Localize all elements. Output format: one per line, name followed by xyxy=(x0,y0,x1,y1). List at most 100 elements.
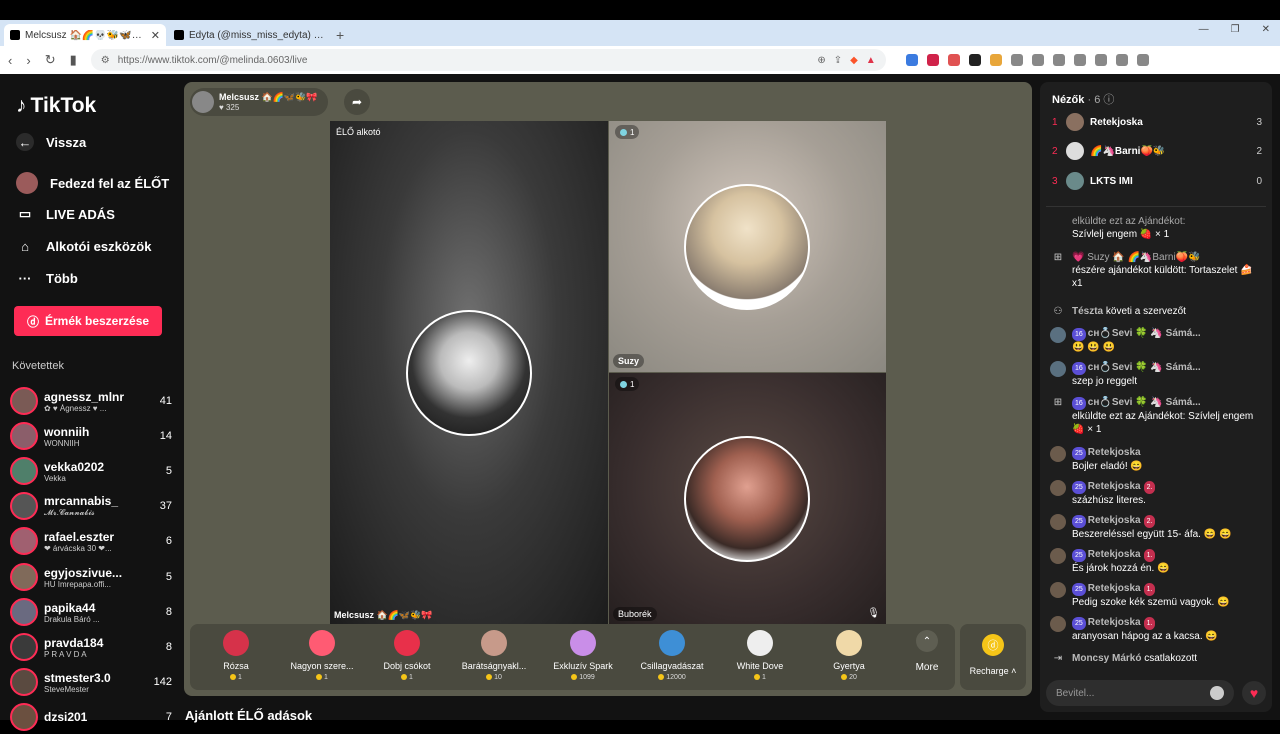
ranking-row[interactable]: 1 Retekjoska 3 xyxy=(1052,111,1262,133)
maximize-icon[interactable]: ❐ xyxy=(1231,24,1240,35)
following-item[interactable]: wonniih WONNIIH 14 xyxy=(10,419,172,453)
minimize-icon[interactable]: — xyxy=(1199,24,1209,35)
reload-icon[interactable]: ↻ xyxy=(45,52,56,68)
following-sub: 𝓜𝓻.𝓒𝓪𝓷𝓷𝓪𝓫𝓲𝓼 xyxy=(44,508,95,517)
following-item[interactable]: pravda184 P R A V D A 8 xyxy=(10,630,172,664)
nav-creator-tools[interactable]: ⌂ Alkotói eszközök xyxy=(16,237,151,255)
chat-message[interactable]: ⊞ 16 ᴄʜ💍Sevi 🍀 🦄 Sámá... elküldte ezt az Aj… xyxy=(1050,396,1264,436)
wallet-icon[interactable] xyxy=(1115,54,1128,66)
gift-icon: ⊞ xyxy=(1053,252,1063,263)
gift-item[interactable]: Barátságnyakl... 10 xyxy=(454,630,534,681)
nav-back[interactable]: ← Vissza xyxy=(16,133,86,151)
dove-gift-icon xyxy=(747,630,773,656)
url-field[interactable]: ⚙ https://www.tiktok.com/@melinda.0603/l… xyxy=(90,49,886,71)
chat-message[interactable]: 16 ᴄʜ💍Sevi 🍀 🦄 Sámá... 😃 😃 😃 xyxy=(1050,327,1264,354)
avatar xyxy=(10,563,38,591)
chat-input-placeholder: Bevitel... xyxy=(1056,687,1095,699)
gift-item[interactable]: Csillagvadászat 12000 xyxy=(632,630,712,681)
share-button[interactable]: ➦ xyxy=(344,89,370,115)
gift-price: 1099 xyxy=(543,674,623,681)
site-info-icon[interactable]: ⚙ xyxy=(101,55,110,66)
gift-item[interactable]: Dobj csókot 1 xyxy=(367,630,447,681)
chat-message[interactable]: ⊞ 💗 Suzy 🏠 🌈🦄Barni🍑🐝 részére ajándékot kül… xyxy=(1050,251,1264,290)
ext-icon[interactable] xyxy=(947,54,960,66)
media-icon[interactable] xyxy=(1073,54,1086,66)
tiktok-logo[interactable]: ♪ TikTok xyxy=(16,94,96,118)
info-icon[interactable]: ⓘ xyxy=(1103,94,1114,106)
main-video-panel[interactable]: ÉLŐ alkotó Melcsusz 🏠🌈🦋🐝🎀 xyxy=(330,121,608,625)
nav-explore-live[interactable]: Fedezd fel az ÉLŐT xyxy=(16,172,169,194)
new-tab-icon[interactable]: + xyxy=(336,27,344,43)
close-tab-icon[interactable]: ✕ xyxy=(151,29,160,42)
following-name: mrcannabis_ xyxy=(44,494,119,508)
chat-message[interactable]: 25 Retekjoska 1. aranyosan hápog az a kacsa… xyxy=(1050,616,1264,643)
ext-icon[interactable] xyxy=(1010,54,1023,66)
chat-message[interactable]: 25 Retekjoska 2. százhúsz literes. xyxy=(1050,480,1264,507)
share-page-icon[interactable]: ⇪ xyxy=(834,55,842,66)
fan-badge: 2. xyxy=(1143,515,1156,528)
gift-item[interactable]: Nagyon szere... 1 xyxy=(282,630,362,681)
following-item[interactable]: dzsi201 7 xyxy=(10,700,172,734)
ext-icon[interactable] xyxy=(968,54,981,66)
gift-icon xyxy=(1050,215,1066,231)
following-item[interactable]: stmester3.0 SteveMester 142 xyxy=(10,665,172,699)
following-item[interactable]: rafael.eszter ❤ árvácska 30 ❤... 6 xyxy=(10,524,172,558)
gift-item[interactable]: White Dove 1 xyxy=(720,630,800,681)
message-text: követi a szervezőt xyxy=(1105,306,1186,317)
brave-shield-icon[interactable]: ◆ xyxy=(850,55,858,66)
following-item[interactable]: mrcannabis_ 𝓜𝓻.𝓒𝓪𝓷𝓷𝓪𝓫𝓲𝓼 37 xyxy=(10,489,172,523)
guest-panel-buborek[interactable]: 1 Buborék 🎙 xyxy=(609,373,886,625)
viewers-header[interactable]: Nézők · 6 ⓘ xyxy=(1052,91,1114,107)
chat-input[interactable]: Bevitel... xyxy=(1046,680,1234,706)
tiktok-favicon-icon xyxy=(10,30,20,40)
chat-message[interactable]: elküldte ezt az Ajándékot: Szívlelj engem… xyxy=(1050,215,1264,241)
get-coins-button[interactable]: ⓓ Érmék beszerzése xyxy=(14,306,162,336)
ext-icon[interactable] xyxy=(926,54,939,66)
menu-icon[interactable] xyxy=(1136,54,1149,66)
back-icon[interactable]: ‹ xyxy=(8,53,12,68)
recharge-button[interactable]: ⓓ Recharge ˄ xyxy=(960,624,1026,690)
ranking-row[interactable]: 3 LKTS IMI 0 xyxy=(1052,170,1262,192)
zoom-icon[interactable]: ⊕ xyxy=(817,55,825,66)
chat-message[interactable]: 25 Retekjoska 2. Beszereléssel együtt 15- á… xyxy=(1050,514,1264,541)
viewer-count: 8 xyxy=(165,606,172,618)
close-window-icon[interactable]: ✕ xyxy=(1262,24,1270,35)
nav-live-broadcast[interactable]: ▭ LIVE ADÁS xyxy=(16,205,115,223)
following-name: papika44 xyxy=(44,600,96,615)
translate-ext-icon[interactable] xyxy=(905,54,918,66)
following-item[interactable]: vekka0202 Vekka 5 xyxy=(10,454,172,488)
browser-tab[interactable]: Edyta (@miss_miss_edyta) ÉLŐ adá xyxy=(168,24,330,46)
ranking-row[interactable]: 2 🌈🦄Barni🍑🐝 2 xyxy=(1052,140,1262,162)
nav-label: Fedezd fel az ÉLŐT xyxy=(50,175,170,191)
brave-rewards-icon[interactable]: ▲ xyxy=(866,55,876,66)
emoji-icon[interactable] xyxy=(1210,686,1224,700)
following-item[interactable]: egyjoszivue... HU Imrepapa.offi... 5 xyxy=(10,560,172,594)
gift-name: White Dove xyxy=(736,661,784,671)
gift-item[interactable]: Gyertya 20 xyxy=(809,630,889,681)
guest-panel-suzy[interactable]: 1 Suzy xyxy=(609,121,886,372)
like-heart-button[interactable]: ♥ xyxy=(1242,681,1266,705)
guest-badge-count: 1 xyxy=(630,379,635,389)
chat-message[interactable]: ⚇ Tészta követi a szervezőt xyxy=(1050,305,1264,321)
gift-item[interactable]: Rózsa 1 xyxy=(196,630,276,681)
puzzle-icon[interactable] xyxy=(1031,54,1044,66)
following-item[interactable]: agnessz_mlnr ✿ ♥ Ágnessz ♥ ... 41 xyxy=(10,384,172,418)
avatar xyxy=(1050,616,1066,632)
download-icon[interactable] xyxy=(1052,54,1065,66)
more-gifts-button[interactable]: ⌃ More xyxy=(905,630,949,673)
browser-tab-active[interactable]: Melcsusz 🏠🌈💀🐝🦋🎀 (@ ✕ xyxy=(4,24,166,46)
ext-icon[interactable] xyxy=(989,54,1002,66)
bookmark-icon[interactable]: ▮ xyxy=(70,52,77,68)
kiss-gift-icon xyxy=(394,630,420,656)
chat-message[interactable]: ⇥ Moncsy Márkó csatlakozott xyxy=(1050,652,1264,668)
sidebar-icon[interactable] xyxy=(1094,54,1107,66)
chat-message[interactable]: 16 ᴄʜ💍Sevi 🍀 🦄 Sámá... szep jo reggelt xyxy=(1050,361,1264,388)
host-chip[interactable]: Melcsusz 🏠🌈🦋🐝🎀 ♥ 325 xyxy=(190,88,328,116)
gift-item[interactable]: Exkluzív Spark 1099 xyxy=(543,630,623,681)
forward-icon[interactable]: › xyxy=(26,53,30,68)
chat-message[interactable]: 25 Retekjoska Bojler eladó! 😄 xyxy=(1050,446,1264,473)
nav-more[interactable]: ··· Több xyxy=(16,269,78,287)
chat-message[interactable]: 25 Retekjoska 1. Pedig szoke kék szemü vagy… xyxy=(1050,582,1264,609)
following-item[interactable]: papika44 Drakula Báró ... 8 xyxy=(10,595,172,629)
chat-message[interactable]: 25 Retekjoska 1. És járok hozzá én. 😄 xyxy=(1050,548,1264,575)
